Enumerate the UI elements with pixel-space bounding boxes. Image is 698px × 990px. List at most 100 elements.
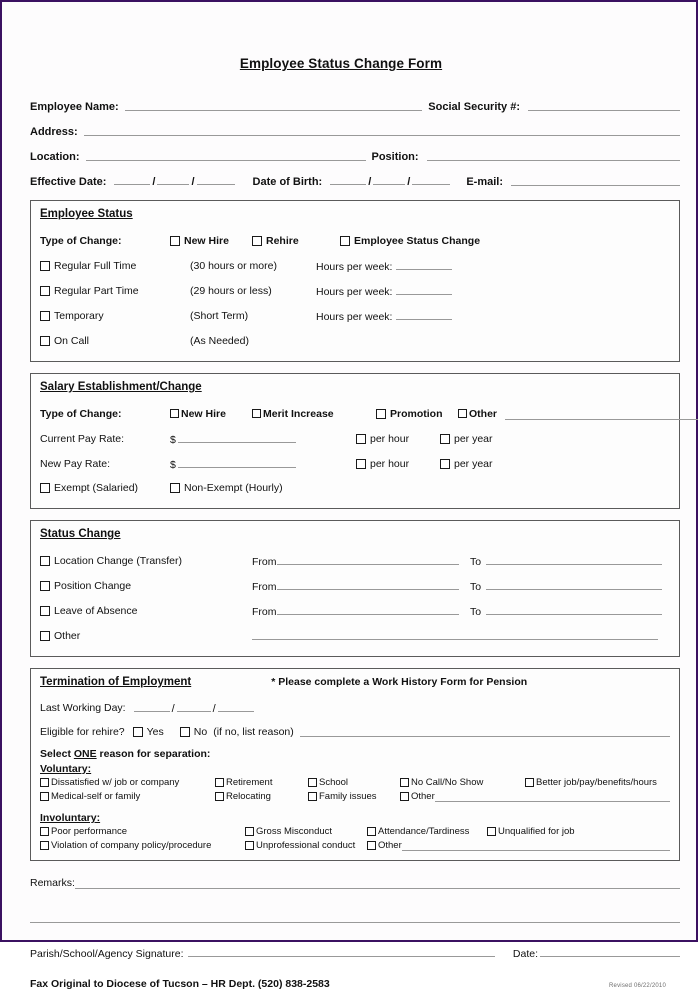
checkbox-position-change[interactable]: Position Change xyxy=(40,580,252,592)
checkbox-merit-increase[interactable]: Merit Increase xyxy=(252,408,376,420)
checkbox-non-exempt[interactable]: Non-Exempt (Hourly) xyxy=(170,482,283,494)
leave-to-input[interactable] xyxy=(486,603,663,615)
employee-status-type-label: Type of Change: xyxy=(40,234,122,247)
remarks-row: Remarks: xyxy=(30,877,680,889)
checkbox-exempt[interactable]: Exempt (Salaried) xyxy=(40,482,170,494)
checkbox-retirement[interactable]: Retirement xyxy=(215,777,308,788)
remarks-row-2 xyxy=(30,911,680,923)
checkbox-icon xyxy=(40,777,49,787)
position-to-group: To xyxy=(470,578,670,593)
salary-title: Salary Establishment/Change xyxy=(40,381,202,393)
leave-from-input[interactable] xyxy=(276,603,459,615)
involuntary-other-input[interactable] xyxy=(401,839,670,851)
remarks-input-line-1[interactable] xyxy=(74,877,680,889)
checkbox-relocating[interactable]: Relocating xyxy=(215,791,308,802)
checkbox-unqualified-for-job[interactable]: Unqualified for job xyxy=(487,826,575,837)
checkbox-label: Family issues xyxy=(319,790,377,802)
checkbox-salary-new-hire[interactable]: New Hire xyxy=(170,408,252,420)
checkbox-label: Location Change (Transfer) xyxy=(54,554,183,567)
employee-name-label: Employee Name: xyxy=(30,101,119,113)
checkbox-promotion[interactable]: Promotion xyxy=(376,408,458,420)
involuntary-grid: Poor performance Gross Misconduct Attend… xyxy=(40,824,670,852)
status-change-row-other: Other xyxy=(40,623,670,648)
employee-name-input[interactable] xyxy=(124,99,423,111)
checkbox-leave-of-absence[interactable]: Leave of Absence xyxy=(40,605,252,617)
checkbox-label: Regular Part Time xyxy=(54,284,139,297)
position-from-input[interactable] xyxy=(276,578,459,590)
checkbox-regular-part-time[interactable]: Regular Part Time xyxy=(40,285,190,297)
position-to-input[interactable] xyxy=(486,578,663,590)
checkbox-temporary[interactable]: Temporary xyxy=(40,310,190,322)
checkbox-no-call-no-show[interactable]: No Call/No Show xyxy=(400,777,525,788)
signature-input[interactable] xyxy=(187,945,495,957)
ssn-input[interactable] xyxy=(528,99,680,111)
checkbox-attendance-tardiness[interactable]: Attendance/Tardiness xyxy=(367,826,487,837)
address-input[interactable] xyxy=(83,124,680,136)
remarks-input-line-2[interactable] xyxy=(30,911,680,923)
checkbox-family-issues[interactable]: Family issues xyxy=(308,791,400,802)
status-change-row-position: Position Change From To xyxy=(40,573,670,598)
checkbox-gross-misconduct[interactable]: Gross Misconduct xyxy=(245,826,367,837)
location-from-input[interactable] xyxy=(276,553,459,565)
status-change-title: Status Change xyxy=(40,528,121,540)
current-pay-rate-input[interactable] xyxy=(177,431,296,443)
checkbox-icon xyxy=(170,409,179,418)
status-change-row-location: Location Change (Transfer) From To xyxy=(40,548,670,573)
checkbox-icon xyxy=(132,727,143,737)
status-change-row-leave: Leave of Absence From To xyxy=(40,598,670,623)
checkbox-label: Rehire xyxy=(266,234,299,247)
checkbox-school[interactable]: School xyxy=(308,777,400,788)
location-from-group: From xyxy=(252,553,470,568)
checkbox-icon xyxy=(308,791,317,801)
checkbox-violation-of-policy[interactable]: Violation of company policy/procedure xyxy=(40,840,245,851)
checkbox-rehire-yes[interactable]: Yes xyxy=(132,726,164,738)
effective-date-input[interactable]: / / xyxy=(106,173,235,189)
checkbox-employee-status-change[interactable]: Employee Status Change xyxy=(340,235,480,247)
signature-date-input[interactable] xyxy=(540,945,680,957)
checkbox-better-job[interactable]: Better job/pay/benefits/hours xyxy=(525,777,657,788)
checkbox-new-per-year[interactable]: per year xyxy=(440,458,493,470)
checkbox-status-change-other[interactable]: Other xyxy=(40,630,252,642)
voluntary-other-input[interactable] xyxy=(434,790,670,802)
email-input[interactable] xyxy=(511,174,680,186)
hours-per-week-input[interactable] xyxy=(396,258,453,270)
checkbox-rehire-no[interactable]: No xyxy=(179,726,207,738)
position-input[interactable] xyxy=(426,149,680,161)
location-input[interactable] xyxy=(85,149,366,161)
checkbox-new-per-hour[interactable]: per hour xyxy=(356,458,440,470)
checkbox-involuntary-other[interactable]: Other xyxy=(367,839,670,851)
checkbox-new-hire-status[interactable]: New Hire xyxy=(170,235,252,247)
effective-date-label: Effective Date: xyxy=(30,176,107,188)
checkbox-medical-self-or-family[interactable]: Medical-self or family xyxy=(40,791,215,802)
status-change-other-input[interactable] xyxy=(252,628,658,640)
checkbox-unprofessional-conduct[interactable]: Unprofessional conduct xyxy=(245,840,367,851)
rehire-reason-input[interactable] xyxy=(299,725,670,737)
position-from-group: From xyxy=(252,578,470,593)
checkbox-salary-other[interactable]: Other xyxy=(458,408,698,420)
leave-from-group: From xyxy=(252,603,470,618)
checkbox-icon xyxy=(40,335,50,346)
checkbox-on-call[interactable]: On Call xyxy=(40,335,190,347)
checkbox-current-per-hour[interactable]: per hour xyxy=(356,433,440,445)
hours-per-week-input[interactable] xyxy=(396,308,453,320)
checkbox-current-per-year[interactable]: per year xyxy=(440,433,493,445)
checkbox-regular-full-time[interactable]: Regular Full Time xyxy=(40,260,190,272)
checkbox-icon xyxy=(40,555,50,566)
if-no-label: (if no, list reason) xyxy=(213,726,294,738)
checkbox-rehire-status[interactable]: Rehire xyxy=(252,235,340,247)
location-to-input[interactable] xyxy=(486,553,663,565)
to-label: To xyxy=(470,556,482,568)
date-of-birth-input[interactable]: / / xyxy=(322,173,451,189)
checkbox-dissatisfied[interactable]: Dissatisfied w/ job or company xyxy=(40,777,215,788)
new-pay-rate-input[interactable] xyxy=(177,456,296,468)
checkbox-voluntary-other[interactable]: Other xyxy=(400,790,670,802)
select-one-emphasis: ONE xyxy=(73,748,97,760)
salary-other-input[interactable] xyxy=(505,408,698,420)
checkbox-icon xyxy=(525,777,534,787)
last-working-day-input[interactable]: / / xyxy=(126,700,254,716)
checkbox-poor-performance[interactable]: Poor performance xyxy=(40,826,245,837)
checkbox-location-change[interactable]: Location Change (Transfer) xyxy=(40,555,252,567)
hours-per-week-input[interactable] xyxy=(396,283,453,295)
checkbox-icon xyxy=(40,840,49,850)
checkbox-icon xyxy=(40,310,50,321)
